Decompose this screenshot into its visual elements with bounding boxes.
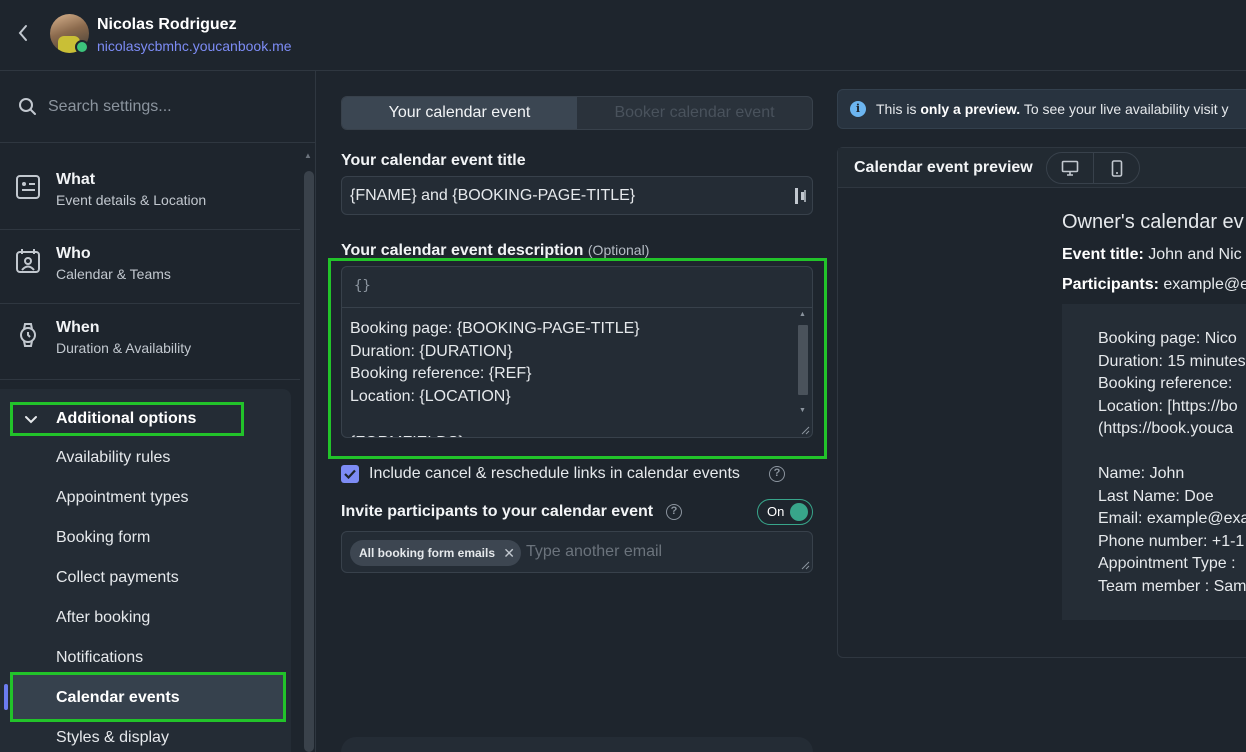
chevron-left-icon xyxy=(18,25,27,41)
preview-description-text: Booking page: Nico Duration: 15 minutes … xyxy=(1098,330,1246,595)
meta-value: John and Nic xyxy=(1143,246,1242,263)
user-name: Nicolas Rodriguez xyxy=(97,16,237,33)
sidebar-item-when[interactable]: When Duration & Availability xyxy=(0,307,300,367)
toggle-knob xyxy=(790,503,808,521)
editor-toolbar: {} xyxy=(342,267,812,308)
info-bold: only a preview. xyxy=(920,101,1021,117)
sidebar-item-subtitle: Event details & Location xyxy=(56,192,207,208)
info-prefix: This is xyxy=(876,101,921,117)
sidebar-item-availability-rules[interactable]: Availability rules xyxy=(56,449,170,467)
email-input[interactable] xyxy=(526,541,796,563)
meta-label: Event title: xyxy=(1062,246,1144,263)
invite-participants-toggle[interactable]: On xyxy=(757,499,813,525)
sidebar-item-title: What xyxy=(56,171,96,188)
help-icon[interactable]: ? xyxy=(666,504,682,520)
sidebar-item-what[interactable]: What Event details & Location xyxy=(0,159,300,219)
mobile-icon xyxy=(1111,159,1123,177)
event-description-editor[interactable]: {} Booking page: {BOOKING-PAGE-TITLE} Du… xyxy=(341,266,813,438)
event-description-textarea[interactable]: Booking page: {BOOKING-PAGE-TITLE} Durat… xyxy=(350,318,640,437)
settings-search xyxy=(0,71,316,143)
editor-scrollbar[interactable] xyxy=(798,325,808,395)
watch-icon xyxy=(20,323,36,347)
back-button[interactable] xyxy=(12,22,34,44)
info-suffix: To see your live availability visit y xyxy=(1020,101,1229,117)
preview-participants: Participants: example@e xyxy=(1062,276,1246,294)
sidebar-item-calendar-events[interactable]: Calendar events xyxy=(10,672,286,722)
toggle-state-label: On xyxy=(767,504,785,519)
preview-event-title: Event title: John and Nic xyxy=(1062,246,1242,264)
preview-info-banner: i This is only a preview. To see your li… xyxy=(837,89,1246,129)
calendar-event-tabs: Your calendar event Booker calendar even… xyxy=(341,96,813,130)
close-icon[interactable]: ✕ xyxy=(503,540,515,566)
event-title-input[interactable]: {FNAME} and {BOOKING-PAGE-TITLE} xyxy=(341,176,813,215)
sidebar-item-collect-payments[interactable]: Collect payments xyxy=(56,569,179,587)
invite-participants-label: Invite participants to your calendar eve… xyxy=(341,503,654,520)
sidebar-item-booking-form[interactable]: Booking form xyxy=(56,529,150,547)
mobile-view-button[interactable] xyxy=(1094,153,1140,183)
online-status-dot xyxy=(75,40,89,54)
bottom-action-bar xyxy=(341,737,813,752)
invite-emails-field[interactable]: All booking form emails ✕ xyxy=(341,531,813,573)
event-title-label: Your calendar event title xyxy=(341,152,526,169)
preview-owner-heading: Owner's calendar ev xyxy=(1062,211,1244,233)
sidebar-item-label: Calendar events xyxy=(56,689,180,706)
divider xyxy=(0,303,300,304)
resize-handle-icon[interactable] xyxy=(800,560,810,570)
help-icon[interactable]: ? xyxy=(769,466,785,482)
divider xyxy=(0,379,300,380)
desktop-view-button[interactable] xyxy=(1047,153,1093,183)
sidebar-item-title: Who xyxy=(56,245,91,262)
sidebar-scrollbar[interactable] xyxy=(304,171,314,752)
chip-label: All booking form emails xyxy=(359,546,496,560)
sidebar-item-subtitle: Calendar & Teams xyxy=(56,266,171,282)
settings-sidebar: What Event details & Location Who Calend… xyxy=(0,71,316,752)
tab-your-calendar-event[interactable]: Your calendar event xyxy=(342,97,577,129)
email-chip: All booking form emails ✕ xyxy=(350,540,522,566)
additional-options-label: Additional options xyxy=(56,410,197,427)
meta-label: Participants: xyxy=(1062,276,1159,293)
tab-booker-calendar-event[interactable]: Booker calendar event xyxy=(577,97,812,129)
info-icon: i xyxy=(850,101,866,117)
meta-value: example@e xyxy=(1158,276,1246,293)
optional-label: (Optional) xyxy=(587,242,650,258)
active-indicator xyxy=(4,684,8,710)
sidebar-item-notifications[interactable]: Notifications xyxy=(56,649,143,667)
info-text: This is only a preview. To see your live… xyxy=(876,101,1228,117)
document-icon xyxy=(16,175,40,199)
calendar-person-icon xyxy=(16,249,40,273)
booking-page-link[interactable]: nicolasycbmhc.youcanbook.me xyxy=(97,38,292,54)
preview-header: Calendar event preview xyxy=(838,148,1246,188)
sidebar-item-subtitle: Duration & Availability xyxy=(56,340,192,356)
divider xyxy=(0,229,300,230)
insert-variable-icon[interactable]: {} xyxy=(354,278,371,294)
search-icon xyxy=(19,98,36,115)
resize-handle-icon[interactable] xyxy=(800,425,810,435)
sidebar-item-appointment-types[interactable]: Appointment types xyxy=(56,489,189,507)
chevron-down-icon xyxy=(25,416,37,424)
insert-field-icon[interactable] xyxy=(794,187,808,205)
include-links-checkbox[interactable] xyxy=(341,465,359,483)
additional-options-toggle[interactable]: Additional options xyxy=(10,402,244,436)
device-toggle-group xyxy=(1046,152,1140,184)
preview-title: Calendar event preview xyxy=(854,159,1033,176)
desktop-icon xyxy=(1061,160,1079,176)
checkmark-icon xyxy=(344,469,356,479)
scroll-up-arrow[interactable]: ▲ xyxy=(799,311,806,318)
sidebar-item-title: When xyxy=(56,319,100,336)
include-links-label[interactable]: Include cancel & reschedule links in cal… xyxy=(369,465,740,483)
search-input[interactable] xyxy=(48,93,298,121)
event-description-label-text: Your calendar event description xyxy=(341,242,584,259)
sidebar-item-styles-display[interactable]: Styles & display xyxy=(56,729,169,747)
scroll-down-arrow[interactable]: ▼ xyxy=(799,407,806,414)
sidebar-item-who[interactable]: Who Calendar & Teams xyxy=(0,233,300,293)
app-header: Nicolas Rodriguez nicolasycbmhc.youcanbo… xyxy=(0,0,1246,71)
sidebar-item-after-booking[interactable]: After booking xyxy=(56,609,150,627)
scroll-up-arrow[interactable]: ▲ xyxy=(304,151,312,160)
